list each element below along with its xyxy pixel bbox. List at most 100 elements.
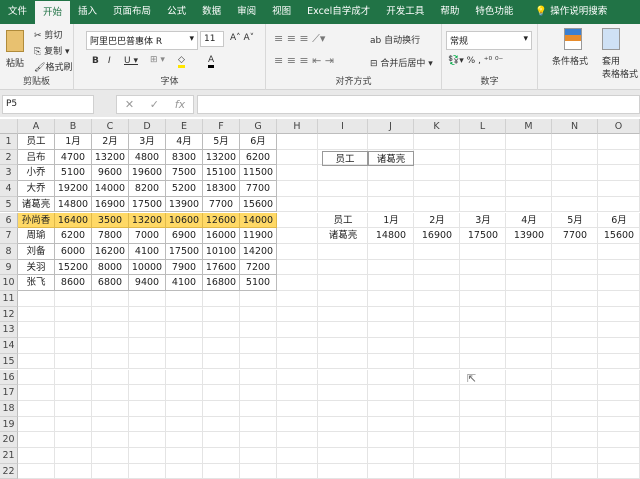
table-cell[interactable]: 15600	[240, 196, 277, 213]
cell[interactable]	[598, 448, 640, 464]
table-cell[interactable]: 18300	[203, 181, 240, 197]
cell[interactable]	[506, 181, 552, 197]
cell[interactable]	[368, 416, 414, 433]
cell[interactable]	[277, 369, 318, 386]
cell[interactable]	[129, 322, 166, 339]
cell[interactable]	[598, 353, 640, 370]
cell[interactable]	[598, 291, 640, 307]
cell[interactable]	[368, 259, 414, 276]
cell[interactable]	[598, 165, 640, 182]
cell[interactable]	[92, 369, 129, 386]
cell[interactable]	[318, 134, 368, 150]
cell[interactable]	[55, 385, 92, 401]
table-cell[interactable]: 7500	[166, 165, 203, 182]
result-header-cell[interactable]: 4月	[506, 213, 552, 229]
tab-12[interactable]: 💡 操作说明搜索	[527, 0, 615, 24]
cell[interactable]	[368, 432, 414, 448]
cell[interactable]	[414, 306, 460, 323]
cell[interactable]	[129, 432, 166, 448]
cell[interactable]	[552, 353, 598, 370]
table-cell[interactable]: 孙尚香	[18, 212, 55, 229]
table-cell[interactable]: 7900	[166, 259, 203, 276]
table-cell[interactable]: 小乔	[18, 165, 55, 182]
cell[interactable]	[240, 353, 277, 370]
cell[interactable]	[18, 322, 55, 339]
cell[interactable]	[552, 165, 598, 182]
formula-input[interactable]	[197, 95, 640, 114]
table-cell[interactable]: 关羽	[18, 259, 55, 276]
cell[interactable]	[552, 259, 598, 276]
cell[interactable]	[414, 291, 460, 307]
cell[interactable]	[460, 196, 506, 213]
table-cell[interactable]: 5100	[55, 165, 92, 182]
result-header-cell[interactable]: 3月	[460, 213, 506, 229]
column-header-H[interactable]: H	[277, 119, 318, 134]
lookup-value[interactable]: 诸葛亮	[368, 150, 414, 167]
cancel-icon[interactable]: ✕	[125, 98, 134, 111]
cut-button[interactable]: ✂ 剪切	[34, 28, 62, 41]
cell[interactable]	[203, 400, 240, 417]
cell[interactable]	[277, 338, 318, 354]
result-cell[interactable]: 14800	[368, 228, 414, 244]
table-cell[interactable]: 16400	[55, 212, 92, 229]
cell[interactable]	[552, 291, 598, 307]
cell[interactable]	[598, 243, 640, 260]
table-cell[interactable]: 12600	[203, 212, 240, 229]
cell[interactable]	[166, 338, 203, 354]
cell[interactable]	[92, 448, 129, 464]
cell[interactable]	[414, 353, 460, 370]
table-cell[interactable]: 7200	[240, 259, 277, 276]
cell[interactable]	[460, 259, 506, 276]
cell[interactable]	[506, 385, 552, 401]
result-cell[interactable]: 15600	[598, 228, 640, 244]
cell[interactable]	[92, 353, 129, 370]
cell[interactable]	[92, 432, 129, 448]
table-cell[interactable]: 16800	[203, 275, 240, 291]
cell[interactable]	[552, 400, 598, 417]
cell[interactable]	[368, 385, 414, 401]
table-cell[interactable]: 19600	[129, 165, 166, 182]
cell[interactable]	[552, 306, 598, 323]
cell[interactable]	[552, 322, 598, 339]
cell[interactable]	[552, 243, 598, 260]
copy-button[interactable]: ⎘ 复制 ▾	[34, 44, 69, 57]
cell[interactable]	[318, 369, 368, 386]
cell[interactable]	[506, 432, 552, 448]
cell[interactable]	[506, 322, 552, 339]
table-header-cell[interactable]: 5月	[203, 134, 240, 150]
cell[interactable]	[277, 322, 318, 339]
cell[interactable]	[506, 275, 552, 291]
row-header-15[interactable]: 15	[0, 353, 18, 370]
cell[interactable]	[18, 448, 55, 464]
table-cell[interactable]: 4700	[55, 149, 92, 166]
tab-2[interactable]: 插入	[70, 0, 105, 24]
column-header-A[interactable]: A	[18, 119, 55, 134]
cell[interactable]	[277, 416, 318, 433]
table-cell[interactable]: 10100	[203, 243, 240, 260]
column-header-C[interactable]: C	[92, 119, 129, 134]
table-cell[interactable]: 4100	[166, 275, 203, 291]
cell[interactable]	[277, 243, 318, 260]
cell[interactable]	[277, 306, 318, 323]
cell[interactable]	[277, 212, 318, 229]
cell[interactable]	[414, 369, 460, 386]
table-cell[interactable]: 大乔	[18, 181, 55, 197]
result-cell[interactable]: 7700	[552, 228, 598, 244]
row-header-18[interactable]: 18	[0, 400, 18, 417]
cell[interactable]	[277, 448, 318, 464]
cell[interactable]	[414, 416, 460, 433]
cell[interactable]	[55, 416, 92, 433]
table-cell[interactable]: 7800	[92, 228, 129, 244]
cell[interactable]	[552, 385, 598, 401]
cell[interactable]	[506, 259, 552, 276]
cell[interactable]	[55, 448, 92, 464]
cell[interactable]	[368, 134, 414, 150]
row-header-17[interactable]: 17	[0, 385, 18, 401]
tab-0[interactable]: 文件	[0, 0, 35, 24]
cell[interactable]	[552, 196, 598, 213]
table-format-button[interactable]: 套用 表格格式	[602, 54, 638, 80]
row-header-14[interactable]: 14	[0, 338, 18, 354]
table-header-cell[interactable]: 4月	[166, 134, 203, 150]
column-header-E[interactable]: E	[166, 119, 203, 134]
row-header-11[interactable]: 11	[0, 291, 18, 307]
